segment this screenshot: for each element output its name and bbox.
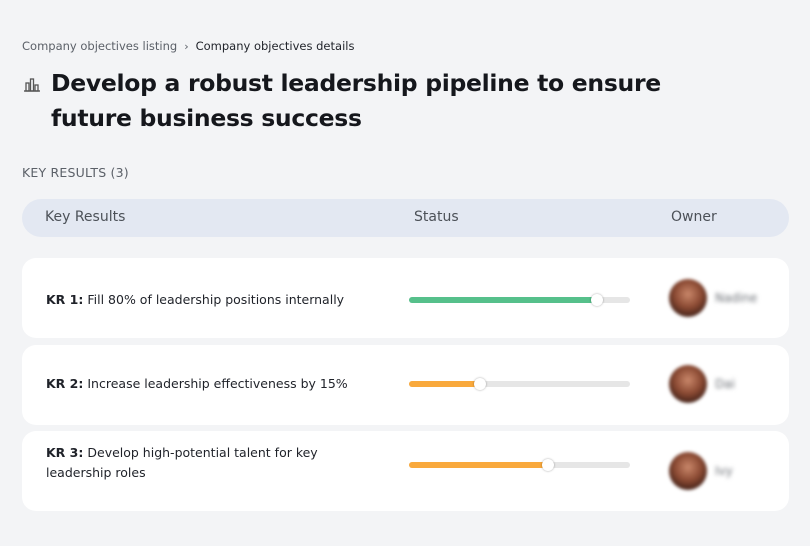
key-result-prefix: KR 2: [46,376,84,391]
progress-bar-fill [409,297,597,303]
key-result-row[interactable]: KR 1: Fill 80% of leadership positions in… [22,258,789,338]
owner[interactable]: Ivy [669,452,733,490]
key-result-description: Increase leadership effectiveness by 15% [87,376,348,391]
progress-bar [409,294,630,306]
breadcrumb-current: Company objectives details [195,39,355,53]
breadcrumb-separator-icon: › [184,39,189,53]
column-header-status: Status [414,209,459,225]
key-result-row[interactable]: KR 2: Increase leadership effectiveness b… [22,345,789,425]
key-result-text: KR 3: Develop high-potential talent for k… [46,443,346,483]
key-result-description: Develop high-potential talent for key le… [46,445,318,480]
column-header-key-results: Key Results [45,209,126,225]
breadcrumb: Company objectives listing › Company obj… [22,39,354,53]
avatar [669,279,707,317]
owner[interactable]: Dai [669,365,735,403]
progress-bar [409,378,630,390]
page-title: Develop a robust leadership pipeline to … [51,69,661,132]
owner-name: Nadine [715,291,758,305]
column-header-owner: Owner [671,209,717,225]
owner-name: Dai [715,377,735,391]
progress-bar-knob [590,294,603,306]
key-result-description: Fill 80% of leadership positions interna… [87,292,345,307]
breadcrumb-parent-link[interactable]: Company objectives listing [22,39,177,53]
progress-bar-knob [473,378,486,390]
key-result-prefix: KR 1: [46,292,84,307]
objective-header: Develop a robust leadership pipeline to … [22,66,731,136]
avatar [669,452,707,490]
progress-bar [409,459,630,471]
building-chart-icon [24,78,40,92]
key-result-text: KR 2: Increase leadership effectiveness b… [46,374,376,394]
owner[interactable]: Nadine [669,279,757,317]
key-results-count-label: KEY RESULTS (3) [22,165,129,180]
key-result-row[interactable]: KR 3: Develop high-potential talent for k… [22,431,789,511]
key-result-text: KR 1: Fill 80% of leadership positions in… [46,290,376,310]
key-result-prefix: KR 3: [46,445,84,460]
progress-bar-knob [542,459,555,471]
table-header: Key Results Status Owner [22,199,789,237]
progress-bar-fill [409,381,480,387]
progress-bar-fill [409,462,549,468]
owner-name: Ivy [715,464,733,478]
avatar [669,365,707,403]
